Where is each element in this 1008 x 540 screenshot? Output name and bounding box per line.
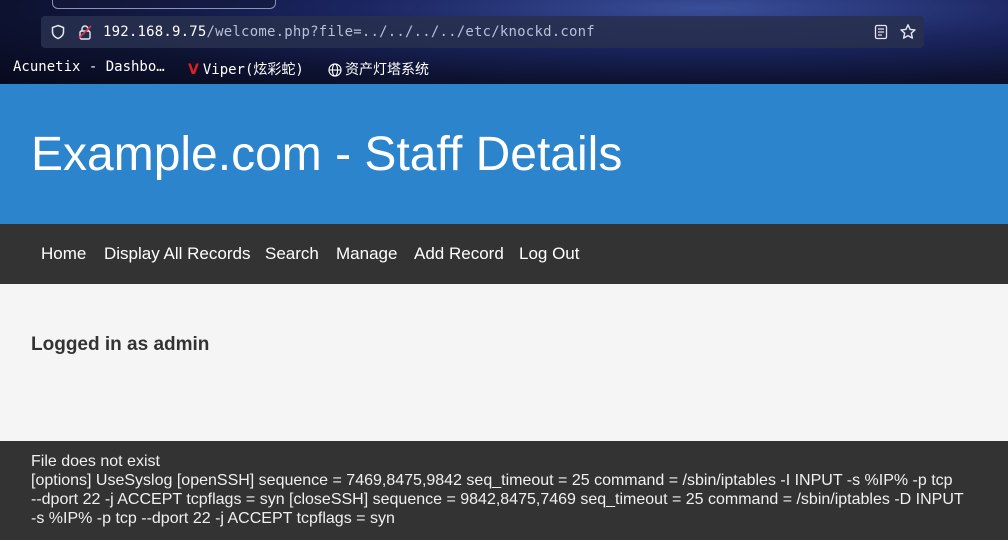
shield-icon[interactable]	[50, 24, 66, 40]
nav-home[interactable]: Home	[41, 244, 86, 264]
url-host: 192.168.9.75	[103, 24, 207, 40]
bookmark-label: 资产灯塔系统	[345, 62, 429, 78]
lock-icon[interactable]	[77, 24, 93, 40]
nav-manage[interactable]: Manage	[336, 244, 397, 264]
site-header: Example.com - Staff Details	[0, 84, 1008, 224]
config-text-line: [options] UseSyslog [openSSH] sequence =…	[31, 472, 953, 489]
bookmark-label: Acunetix - Dashbo…	[13, 59, 165, 75]
browser-chrome: 192.168.9.75/welcome.php?file=../../../.…	[0, 0, 1008, 84]
nav-search[interactable]: Search	[265, 244, 319, 264]
file-output-footer: File does not exist [options] UseSyslog …	[0, 441, 1008, 540]
config-text-line: -s %IP% -p tcp --dport 22 -j ACCEPT tcpf…	[31, 510, 395, 527]
browser-tab[interactable]	[52, 0, 276, 9]
bookmarks-toolbar: Acunetix - Dashbo… V Viper(炫彩蛇) 资产灯塔系统	[0, 58, 1008, 80]
nav-add-record[interactable]: Add Record	[414, 244, 504, 264]
bookmark-star-icon[interactable]	[899, 23, 917, 41]
bookmark-asset-lighthouse[interactable]: 资产灯塔系统	[328, 59, 429, 79]
main-nav: Home Display All Records Search Manage A…	[0, 224, 1008, 284]
file-status-text: File does not exist	[31, 453, 160, 470]
main-content: Logged in as admin	[0, 284, 1008, 441]
reader-view-icon[interactable]	[873, 24, 889, 40]
config-text-line: --dport 22 -j ACCEPT tcpflags = syn [clo…	[31, 491, 964, 508]
url-path: /welcome.php?file=../../../../etc/knockd…	[206, 24, 595, 40]
page-title: Example.com - Staff Details	[31, 128, 623, 181]
url-text[interactable]: 192.168.9.75/welcome.php?file=../../../.…	[103, 24, 595, 40]
viper-icon: V	[188, 62, 199, 78]
nav-log-out[interactable]: Log Out	[519, 244, 580, 264]
address-bar[interactable]: 192.168.9.75/welcome.php?file=../../../.…	[41, 16, 924, 48]
globe-icon	[328, 63, 342, 77]
nav-display-all-records[interactable]: Display All Records	[104, 244, 250, 264]
bookmark-label: Viper(炫彩蛇)	[202, 62, 304, 78]
logged-in-status: Logged in as admin	[31, 334, 210, 355]
bookmark-viper[interactable]: V Viper(炫彩蛇)	[188, 59, 304, 79]
bookmark-acunetix[interactable]: Acunetix - Dashbo…	[13, 59, 165, 75]
